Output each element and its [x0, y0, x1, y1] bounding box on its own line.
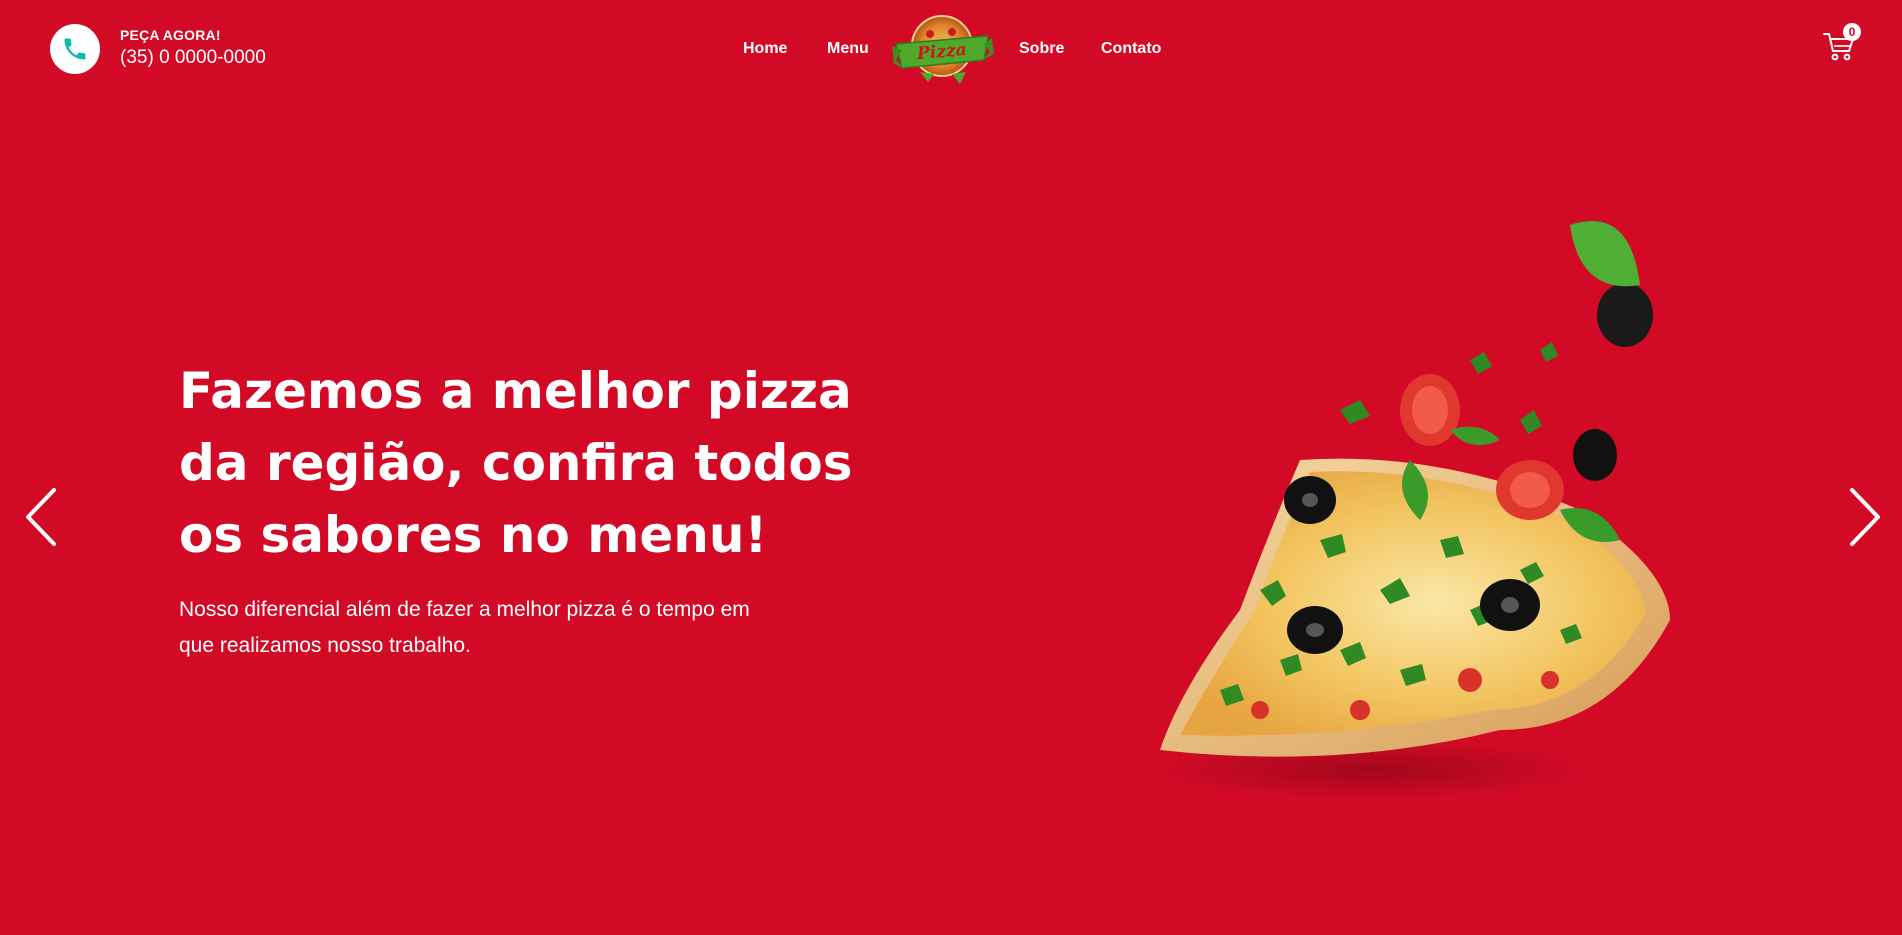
page: PEÇA AGORA! (35) 0 0000-0000 Home Menu P…: [0, 0, 1902, 935]
chevron-left-icon[interactable]: [20, 482, 66, 552]
main-nav: Home Menu Pizza Sobre Contato: [0, 0, 1902, 100]
pizza-slice-image: [1150, 221, 1670, 800]
cart-count-badge: 0: [1843, 23, 1861, 41]
nav-contact[interactable]: Contato: [1101, 40, 1161, 58]
nav-home[interactable]: Home: [743, 40, 787, 58]
nav-about[interactable]: Sobre: [1019, 40, 1064, 58]
nav-menu[interactable]: Menu: [827, 40, 869, 58]
hero-title: Fazemos a melhor pizza da região, confir…: [179, 362, 853, 564]
pizza-logo[interactable]: Pizza: [890, 10, 994, 86]
hero-subtitle: Nosso diferencial além de fazer a melhor…: [179, 598, 750, 657]
chevron-right-icon[interactable]: [1840, 482, 1886, 552]
site-header: PEÇA AGORA! (35) 0 0000-0000 Home Menu P…: [0, 0, 1902, 100]
